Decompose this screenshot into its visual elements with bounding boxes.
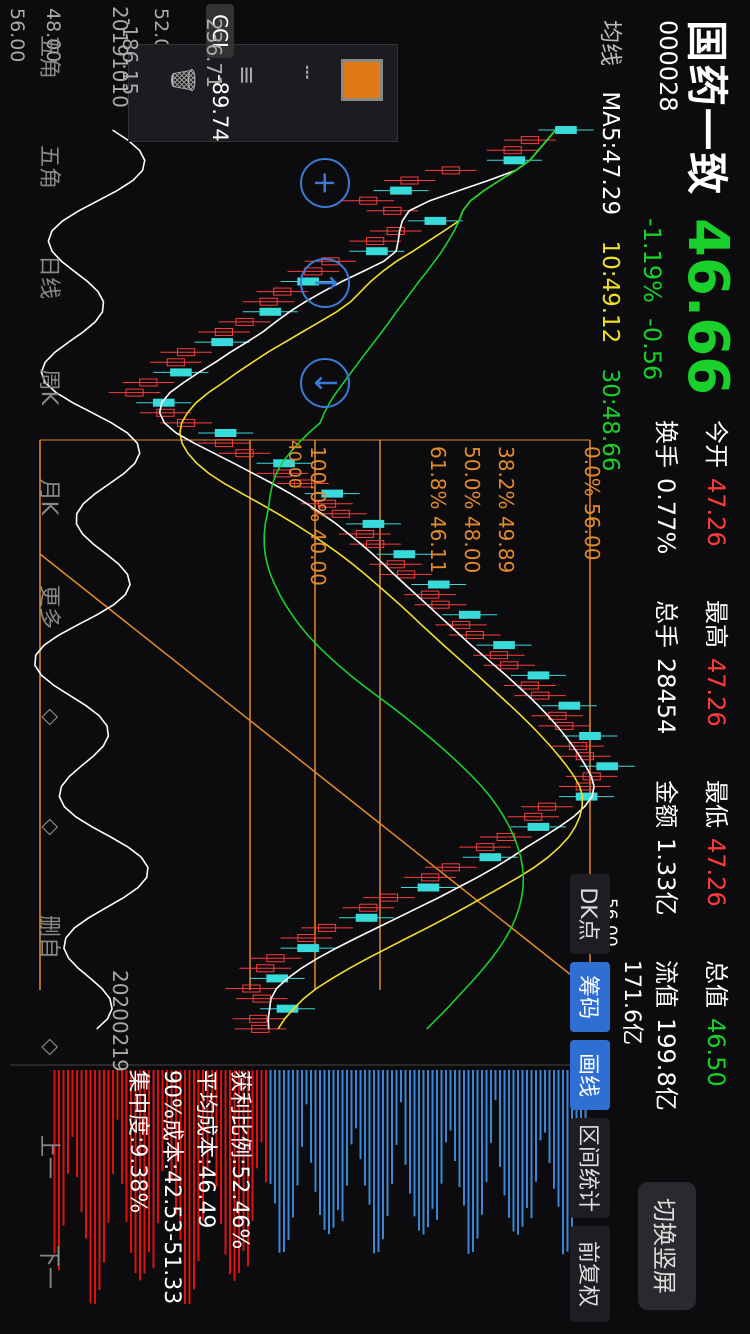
cci-top-value: 236.71 bbox=[202, 18, 226, 88]
ma5-line bbox=[158, 129, 595, 1029]
eye-icon[interactable]: 五角 bbox=[22, 28, 80, 86]
fib-icon[interactable]: 删自 bbox=[22, 908, 80, 966]
chips-button[interactable]: 筹码 bbox=[570, 962, 610, 1032]
date-end: 20200219 bbox=[108, 970, 132, 1072]
chip-avg-cost: 平均成本:46.49 bbox=[193, 1070, 218, 1229]
chip-profit: 获利比例:52.46% bbox=[227, 1070, 252, 1250]
delete-icon[interactable]: 🗑 bbox=[169, 65, 197, 95]
fib-label-100: 100.0% 40.00 bbox=[306, 446, 330, 586]
adjust-button[interactable]: 前复权 bbox=[570, 1226, 610, 1322]
landscape-stage: 国药一致 000028 46.66 -1.19% -0.56 今开47.26 最… bbox=[0, 0, 750, 1334]
candle-body bbox=[362, 519, 385, 528]
candle-body bbox=[503, 156, 526, 165]
date-start: 20191010 bbox=[108, 6, 132, 108]
candle-body bbox=[579, 732, 601, 740]
candle-body bbox=[297, 944, 319, 953]
line-style-solid-icon[interactable]: ≡ bbox=[233, 65, 261, 85]
candle-body bbox=[214, 429, 237, 437]
candle-body bbox=[527, 822, 550, 831]
dk-point-button[interactable]: DK点 bbox=[570, 874, 610, 954]
candle-body bbox=[596, 762, 618, 771]
candle-body bbox=[393, 550, 416, 559]
candle-body bbox=[555, 126, 577, 134]
draw-line-button[interactable]: 画线 bbox=[570, 1040, 610, 1110]
candle-body bbox=[558, 701, 581, 710]
candle-body bbox=[211, 338, 233, 347]
line-style-dotted-icon[interactable]: ┄ bbox=[293, 65, 321, 79]
chip-distribution bbox=[10, 1064, 591, 1305]
cursor-icon[interactable]: 下一 bbox=[22, 1238, 80, 1296]
line-icon[interactable]: 周K bbox=[22, 358, 80, 416]
fib-label-382: 38.2% 49.89 bbox=[494, 446, 518, 574]
candle-body bbox=[424, 216, 447, 225]
candle-body bbox=[493, 641, 515, 650]
rect-icon[interactable]: 上一 bbox=[22, 1128, 80, 1186]
line-tool-popup: ┄ ≡ 🗑 bbox=[128, 44, 398, 142]
scroll-up-button[interactable]: ↑ bbox=[300, 258, 350, 308]
channel-icon[interactable]: ◇ bbox=[22, 688, 80, 746]
candle-body bbox=[527, 671, 550, 680]
zoom-in-button[interactable]: + bbox=[300, 158, 350, 208]
candle-body bbox=[417, 883, 440, 892]
line-color-swatch[interactable] bbox=[341, 59, 383, 101]
candle-body bbox=[575, 792, 598, 801]
range-stats-button[interactable]: 区间统计 bbox=[570, 1118, 610, 1218]
candle-body bbox=[170, 368, 192, 377]
ray-icon[interactable]: 月K bbox=[22, 468, 80, 526]
ma-lines bbox=[158, 129, 595, 1030]
arrow-line-icon[interactable]: ◇ bbox=[22, 798, 80, 856]
chip-concentration: 集中度:9.38% bbox=[125, 1070, 150, 1214]
down-arrow-icon[interactable]: 日线 bbox=[22, 248, 80, 306]
segment-icon[interactable]: 更多 bbox=[22, 578, 80, 636]
candle-body bbox=[479, 853, 502, 862]
candle-body bbox=[366, 247, 388, 256]
fib-label-618: 61.8% 46.11 bbox=[426, 446, 450, 574]
fib-label-0: 0.0% 56.00 bbox=[580, 446, 604, 561]
scroll-down-button[interactable]: ↓ bbox=[300, 358, 350, 408]
fib-left-label: 40.00 bbox=[284, 440, 304, 489]
candle-body bbox=[427, 580, 450, 589]
candle-body bbox=[259, 307, 282, 316]
chip-cost90: 90%成本:42.53-51.33 bbox=[159, 1070, 184, 1305]
up-arrow-icon[interactable]: 五角 bbox=[22, 138, 80, 196]
fib-label-50: 50.0% 48.00 bbox=[460, 446, 484, 574]
candle-body bbox=[458, 610, 481, 619]
candle-body bbox=[390, 186, 412, 195]
candle-body bbox=[355, 913, 378, 922]
gann-icon[interactable]: ◇ bbox=[22, 1018, 80, 1076]
